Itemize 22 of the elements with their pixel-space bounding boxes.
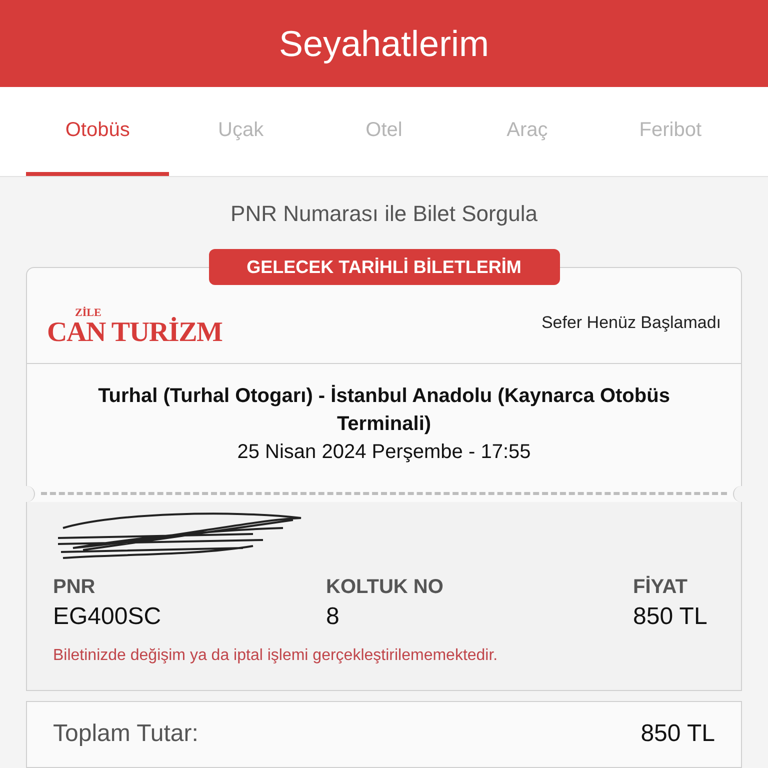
tab[interactable]: Otobüs — [26, 87, 170, 176]
total-value: 850 TL — [640, 719, 715, 749]
tab[interactable]: Otel — [312, 87, 456, 176]
field-value: 8 — [326, 602, 340, 632]
field-label: PNR — [53, 575, 96, 600]
trip-status: Sefer Henüz Başlamadı — [541, 312, 721, 334]
header-title: Seyahatlerim — [278, 26, 490, 62]
route-text: Turhal (Turhal Otogarı) - İstanbul Anadolu (Kaynarca Otobüs Terminali) — [97, 384, 671, 437]
logo-small-text: ZİLE — [75, 308, 102, 319]
total-label: Toplam Tutar: — [53, 719, 198, 749]
tab[interactable]: Uçak — [169, 87, 312, 176]
field-label: FİYAT — [633, 574, 688, 600]
logo-main-text: CAN TURİZM — [47, 319, 222, 347]
tab[interactable]: Feribot — [598, 87, 742, 176]
field-value: EG400SC — [53, 602, 162, 632]
field-label: KOLTUK NO — [326, 575, 444, 600]
section-badge: GELECEK TARİHLİ BİLETLERİM — [208, 249, 560, 285]
field-value: 850 TL — [633, 602, 708, 632]
tab[interactable]: Araç — [456, 87, 599, 176]
departure-datetime: 25 Nisan 2024 Perşembe - 17:55 — [237, 440, 531, 465]
notice-text: Biletinizde değişim ya da iptal işlemi gerçekleştirilememektedir. — [53, 646, 499, 666]
pnr-query-link[interactable]: PNR Numarası ile Bilet Sorgula — [230, 203, 538, 225]
